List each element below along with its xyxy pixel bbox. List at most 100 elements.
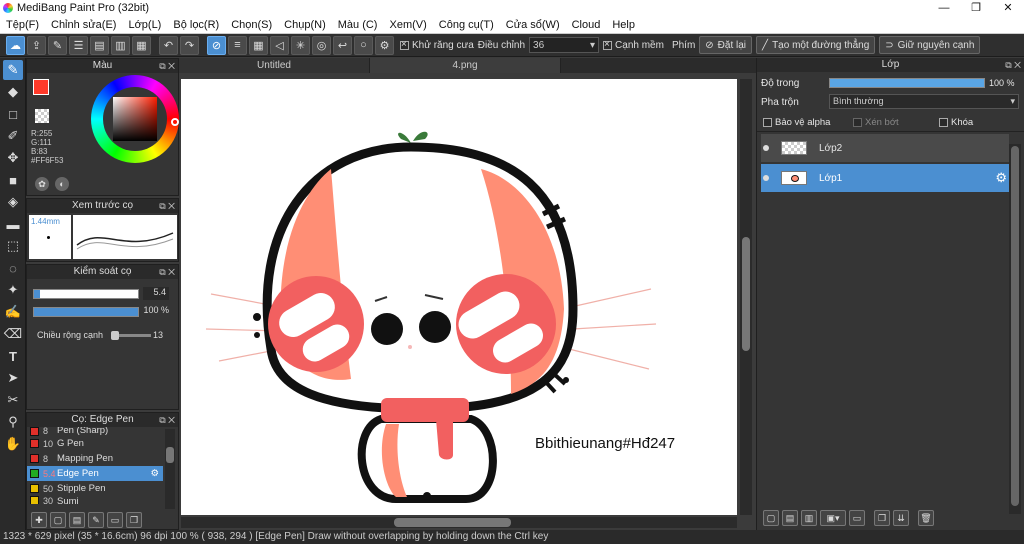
dot-tool-icon[interactable]: □	[3, 104, 23, 124]
menu-layer[interactable]: Lớp(L)	[122, 16, 167, 34]
vertical-scroll-thumb[interactable]	[742, 237, 750, 351]
opacity-slider[interactable]	[33, 307, 139, 317]
layer-row-lop2[interactable]: Lớp2	[761, 134, 1009, 162]
transparent-swatch[interactable]	[35, 109, 49, 123]
no-snap-icon[interactable]: ⊘	[207, 35, 226, 55]
layer-scroll-thumb[interactable]	[1011, 146, 1019, 506]
protect-alpha-checkbox[interactable]	[763, 118, 772, 127]
panel-close-icon[interactable]: ⧉ ✕	[159, 199, 175, 213]
radial-snap-icon[interactable]: ✳	[291, 35, 310, 55]
comment-icon[interactable]: ✎	[48, 35, 67, 55]
gradient-tool-icon[interactable]: ▬	[3, 214, 23, 234]
menu-select[interactable]: Chọn(S)	[225, 16, 278, 34]
canvas-horizontal-scrollbar[interactable]	[181, 517, 737, 528]
menu-file[interactable]: Tệp(F)	[0, 16, 45, 34]
hand-tool-icon[interactable]: ✋	[3, 434, 23, 454]
antialias-checkbox[interactable]	[400, 39, 409, 50]
chat-icon[interactable]: ☰	[69, 35, 88, 55]
edge-width-knob[interactable]	[111, 331, 119, 340]
brush-item-sumi[interactable]: 30 Sumi	[27, 496, 163, 504]
minimize-button[interactable]: —	[928, 0, 960, 16]
soft-edge-toggle[interactable]: Cạnh mềm	[603, 39, 664, 51]
select-pen-tool-icon[interactable]: ✍	[3, 302, 23, 322]
antialias-toggle[interactable]: Khử răng cưa	[400, 39, 474, 51]
soft-edge-checkbox[interactable]	[603, 39, 613, 50]
layer-opacity-slider[interactable]	[829, 78, 985, 88]
eyedropper-icon[interactable]: ⚲	[3, 412, 23, 432]
close-button[interactable]: ✕	[992, 0, 1024, 16]
duplicate-layer-icon[interactable]: ❐	[874, 510, 890, 526]
brush-size-slider[interactable]	[33, 289, 139, 299]
hue-ring[interactable]	[91, 75, 179, 163]
move-tool-icon[interactable]: ✥	[3, 148, 23, 168]
reset-button[interactable]: ⊘ Đặt lại	[699, 36, 753, 54]
vanish-snap-icon[interactable]: ◁	[270, 35, 289, 55]
canvas-paper[interactable]: Bbithieunang#Hđ247	[181, 79, 737, 515]
visibility-eye-icon[interactable]	[763, 145, 769, 151]
fill-tool-icon[interactable]: ◈	[3, 192, 23, 212]
panel-close-icon[interactable]: ⧉ ✕	[159, 413, 175, 427]
tab-4png[interactable]: 4.png	[370, 58, 561, 73]
panel-close-icon[interactable]: ⧉ ✕	[159, 265, 175, 279]
lasso-select-icon[interactable]: ◌	[3, 258, 23, 278]
select-pen-icon[interactable]: ✐	[3, 126, 23, 146]
brush-item-pen-sharp[interactable]: 8 Pen (Sharp)	[27, 427, 163, 436]
parallel-snap-icon[interactable]: ≡	[228, 35, 247, 55]
gear-icon[interactable]: ⚙	[995, 170, 1007, 186]
clipping-checkbox[interactable]	[853, 118, 862, 127]
maximize-button[interactable]: ❐	[960, 0, 992, 16]
brush-size-value[interactable]: 5.4	[143, 287, 169, 300]
operation-tool-icon[interactable]: ➤	[3, 368, 23, 388]
adjust-select[interactable]: 36 ▾	[529, 37, 600, 53]
color-picker-icon[interactable]: ◐	[55, 177, 69, 191]
lock-checkbox[interactable]	[939, 118, 948, 127]
magic-wand-icon[interactable]: ✦	[3, 280, 23, 300]
settings-icon[interactable]: ⚙	[375, 35, 394, 55]
cloud-icon[interactable]: ☁	[6, 35, 25, 55]
cross-snap-icon[interactable]: ▦	[249, 35, 268, 55]
page-icon[interactable]: ▤	[90, 35, 109, 55]
curve-snap-icon[interactable]: ↩	[333, 35, 352, 55]
straight-line-button[interactable]: ╱ Tạo một đường thẳng	[756, 36, 876, 54]
edit-brush-icon[interactable]: ✎	[88, 512, 104, 528]
menu-color[interactable]: Màu (C)	[332, 16, 384, 34]
undo-icon[interactable]: ↶	[159, 35, 178, 55]
protect-alpha-toggle[interactable]: Bảo vệ alpha	[763, 117, 830, 128]
menu-help[interactable]: Help	[606, 16, 641, 34]
menu-cloud[interactable]: Cloud	[566, 16, 607, 34]
panel-close-icon[interactable]: ⧉ ✕	[1005, 58, 1021, 72]
rect-select-icon[interactable]: ⬚	[3, 236, 23, 256]
select-eraser-icon[interactable]: ⌫	[3, 324, 23, 344]
menu-filter[interactable]: Bộ lọc(R)	[167, 16, 225, 34]
layer-folder-icon[interactable]: ▭	[849, 510, 865, 526]
new-brush-icon[interactable]: ▢	[50, 512, 66, 528]
visibility-eye-icon[interactable]	[763, 175, 769, 181]
brush-item-mapping-pen[interactable]: 8 Mapping Pen	[27, 451, 163, 466]
panel-close-icon[interactable]: ⧉ ✕	[159, 59, 175, 73]
new-8bit-layer-icon[interactable]: ▥	[801, 510, 817, 526]
redo-icon[interactable]: ↷	[180, 35, 199, 55]
circle-snap-icon[interactable]: ◎	[312, 35, 331, 55]
brush-tool-icon[interactable]: ✎	[3, 60, 23, 80]
brush-list-scrollbar[interactable]	[165, 429, 175, 509]
menu-edit[interactable]: Chỉnh sửa(E)	[45, 16, 122, 34]
edge-width-slider[interactable]	[111, 331, 151, 340]
menu-window[interactable]: Cửa sổ(W)	[500, 16, 566, 34]
menu-tools[interactable]: Công cụ(T)	[433, 16, 500, 34]
brush-item-g-pen[interactable]: 10 G Pen	[27, 436, 163, 451]
brush-item-stipple-pen[interactable]: 50 Stipple Pen	[27, 481, 163, 496]
copy-brush-icon[interactable]: ❐	[126, 512, 142, 528]
primary-color-swatch[interactable]	[33, 79, 49, 95]
divide-tool-icon[interactable]: ✂	[3, 390, 23, 410]
canvas-vertical-scrollbar[interactable]	[740, 79, 752, 515]
new-halftone-layer-icon[interactable]: ▤	[782, 510, 798, 526]
add-layer-menu-icon[interactable]: ▣▾	[820, 510, 846, 526]
layer-list-scrollbar[interactable]	[1009, 144, 1021, 514]
share-icon[interactable]: ⇪	[27, 35, 46, 55]
eraser-tool-icon[interactable]: ◆	[3, 82, 23, 102]
new-layer-icon[interactable]: ▢	[763, 510, 779, 526]
saturation-square[interactable]	[113, 97, 157, 141]
text-tool-icon[interactable]: T	[3, 346, 23, 366]
delete-layer-icon[interactable]: 🗑	[918, 510, 934, 526]
add-brush-icon[interactable]: ✚	[31, 512, 47, 528]
